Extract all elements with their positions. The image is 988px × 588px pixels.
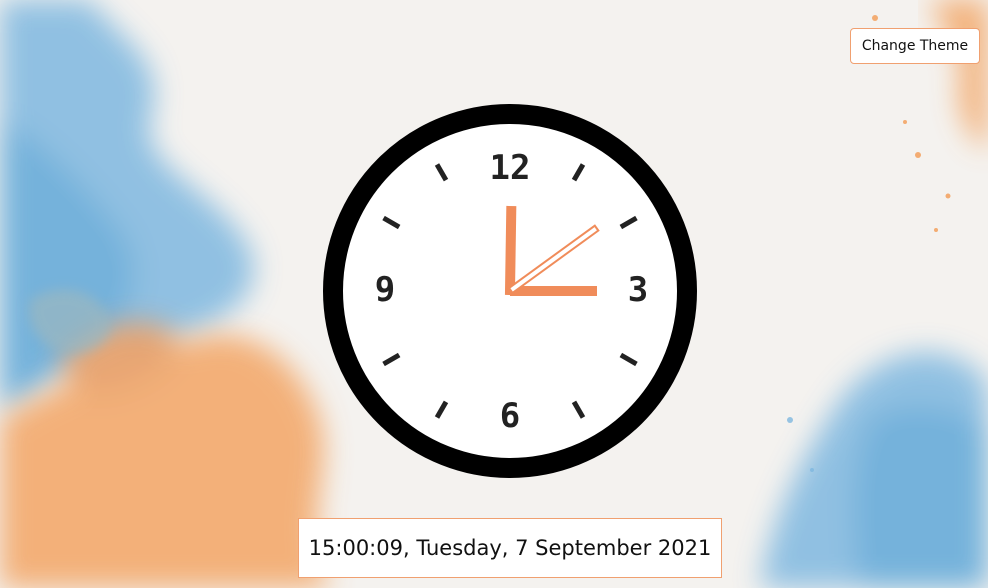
clock-dial: 12 3 6 9 — [375, 148, 648, 436]
tick-2 — [619, 215, 638, 230]
numeral-12: 12 — [490, 148, 531, 188]
tick-10 — [382, 215, 401, 230]
tick-1 — [571, 163, 586, 182]
tick-7 — [434, 400, 449, 419]
tick-8 — [382, 352, 401, 367]
change-theme-button[interactable]: Change Theme — [850, 28, 980, 64]
datetime-display: 15:00:09, Tuesday, 7 September 2021 — [298, 518, 722, 578]
tick-4 — [619, 352, 638, 367]
tick-11 — [434, 163, 449, 182]
tick-5 — [571, 400, 586, 419]
numeral-3: 3 — [628, 270, 648, 310]
second-hand-fill — [510, 227, 597, 292]
datetime-text: 15:00:09, Tuesday, 7 September 2021 — [308, 536, 712, 560]
second-hand — [507, 224, 600, 295]
minute-hand — [504, 205, 517, 296]
clock-app: Change Theme 12 3 6 9 15:00:09, Tuesday,… — [0, 0, 988, 588]
numeral-9: 9 — [375, 270, 395, 310]
analog-clock: 12 3 6 9 — [323, 104, 697, 478]
numeral-6: 6 — [500, 396, 520, 436]
